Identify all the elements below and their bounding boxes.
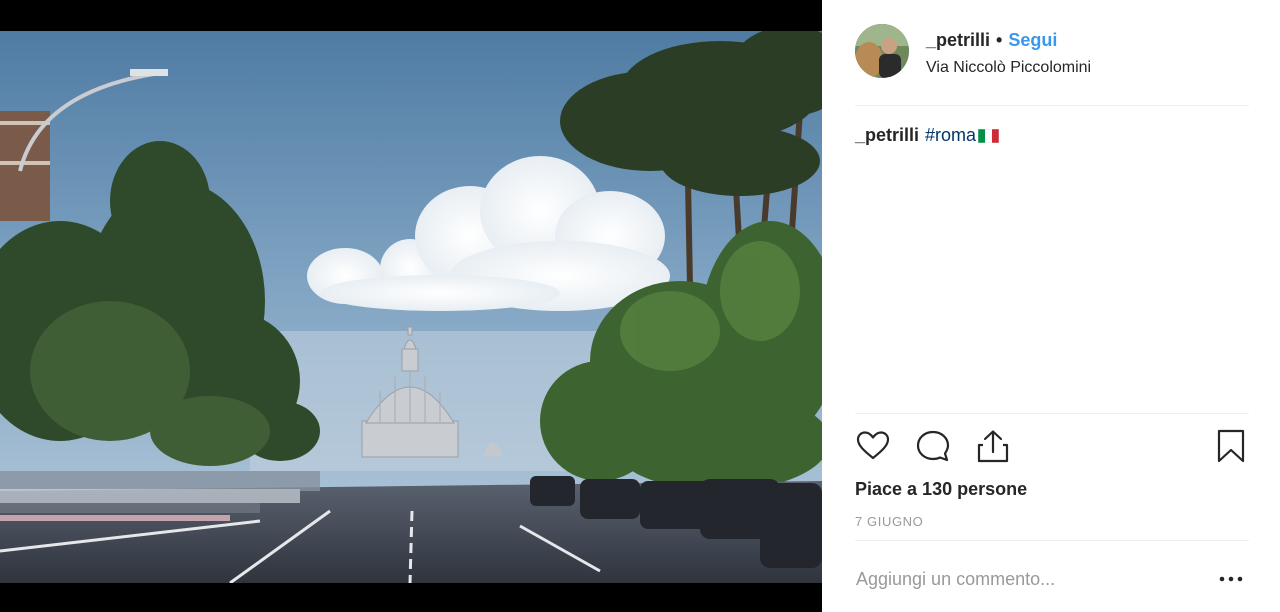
heart-icon[interactable] [855,428,891,464]
post-details-panel: _petrilli • Segui Via Niccolò Piccolomini … [822,0,1280,612]
bookmark-icon[interactable] [1213,428,1249,464]
comment-bubble-icon[interactable] [915,428,951,464]
caption-username[interactable]: _petrilli [855,125,919,145]
action-bar [855,428,1249,468]
italian-flag-icon [978,129,1000,143]
ellipsis-icon[interactable] [1218,568,1244,590]
post-date[interactable]: 7 GIUGNO [855,514,923,529]
roma-street-photo [0,31,822,583]
profile-picture [855,24,909,78]
separator-dot: • [996,30,1003,50]
photo-viewer [0,0,822,612]
author-username[interactable]: _petrilli [926,30,990,50]
likes-count[interactable]: Piace a 130 persone [855,479,1027,500]
share-upload-icon[interactable] [975,428,1011,464]
follow-button[interactable]: Segui [1008,30,1057,50]
hashtag-link[interactable]: #roma [925,125,976,145]
comment-input[interactable] [856,565,1206,593]
comment-divider [855,540,1249,541]
author-row: _petrilli • Segui [926,30,1057,51]
avatar[interactable] [855,24,909,78]
actions-divider [855,413,1249,414]
location-link[interactable]: Via Niccolò Piccolomini [926,59,1091,77]
post-photo[interactable] [0,31,822,583]
post-header: _petrilli • Segui Via Niccolò Piccolomini [855,24,1249,106]
header-divider [855,105,1249,106]
caption: _petrilli #roma [855,125,1000,146]
